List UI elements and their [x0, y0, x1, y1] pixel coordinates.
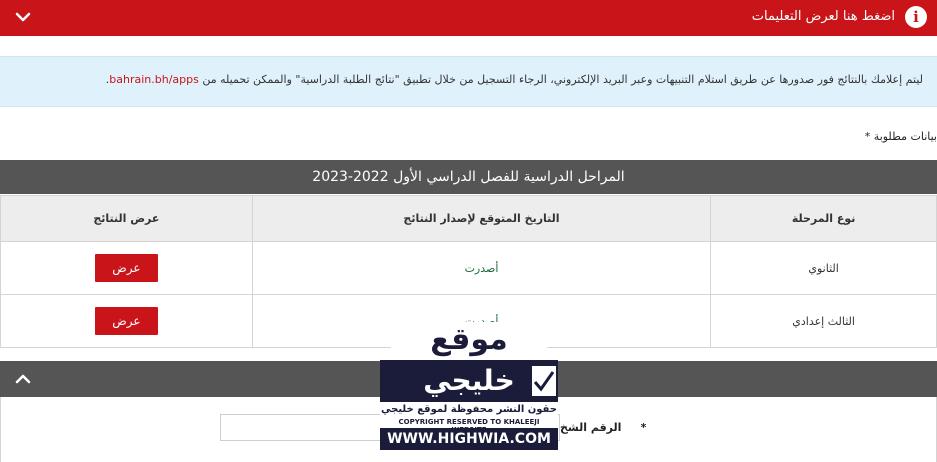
table-header-row: نوع المرحلة التاريخ المتوقع لإصدار النتا… — [0, 195, 937, 242]
required-asterisk: * — [640, 421, 647, 434]
chevron-up-icon[interactable] — [12, 368, 34, 390]
release-status: أصدرت — [251, 241, 712, 295]
results-cell: عرض — [0, 241, 253, 295]
info-icon: i — [905, 6, 927, 28]
instructions-title: اضغط هنا لعرض التعليمات — [751, 9, 895, 24]
column-header-results: عرض النتائج — [0, 195, 253, 242]
stages-title: المراحل الدراسية للفصل الدراسي الأول 202… — [0, 160, 937, 194]
id-field-label: * الرقم الشخ — [560, 421, 646, 434]
watermark-url: WWW.HIGHWIA.COM — [380, 428, 558, 450]
apps-link[interactable]: bahrain.bh/apps — [109, 73, 199, 86]
column-header-date: التاريخ المتوقع لإصدار النتائج — [251, 195, 712, 242]
notice-text: ليتم إعلامك بالنتائج فور صدورها عن طريق … — [202, 73, 923, 86]
chevron-down-icon[interactable] — [12, 6, 34, 28]
view-results-button[interactable]: عرض — [94, 254, 158, 282]
results-cell: عرض — [0, 294, 253, 348]
notification-notice: ليتم إعلامك بالنتائج فور صدورها عن طريق … — [0, 56, 937, 107]
stage-name: الثالث إعدادي — [710, 294, 937, 348]
table-row: الثانوي أصدرت عرض — [0, 241, 937, 295]
watermark-rights: حقون النشر محفوظة لموقع خليجي — [381, 404, 557, 415]
stage-name: الثانوي — [710, 241, 937, 295]
required-fields-note: بيانات مطلوبة * — [864, 130, 937, 143]
id-label-text: الرقم الشخ — [560, 421, 622, 434]
watermark-logo-icon — [532, 366, 556, 396]
notice-text-wrap: ليتم إعلامك بالنتائج فور صدورها عن طريق … — [105, 73, 923, 86]
instructions-bar[interactable]: i اضغط هنا لعرض التعليمات — [0, 0, 937, 36]
watermark-title: موقع — [430, 322, 508, 357]
view-results-button[interactable]: عرض — [94, 307, 158, 335]
column-header-stage: نوع المرحلة — [710, 195, 937, 242]
